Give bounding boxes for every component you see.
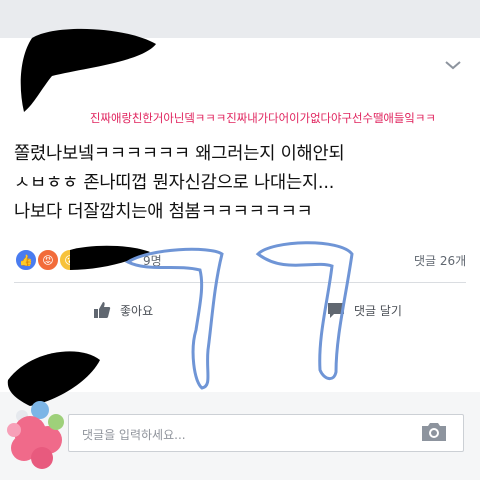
post-body-line: ㅅㅂㅎㅎ 존나띠껍 뭔자신감으로 나대는지...: [14, 173, 335, 193]
wow-reaction-icon: 😮: [58, 248, 82, 272]
post-card: 진짜애랑친한거아닌뎈ㅋㅋㅋ진짜내가다어이가없다야구선수땔애들잌ㅋㅋ 쫄렸나보넼ㅋ…: [0, 0, 480, 480]
reaction-icons[interactable]: 👍 😡 😮: [14, 248, 82, 272]
commenter-avatar-redaction: [7, 351, 100, 469]
post-body: 쫄렸나보넼ㅋㅋㅋㅋㅋㅋ 왜그러는지 이해안되 ㅅㅂㅎㅎ 존나띠껍 뭔자신감으로 …: [14, 140, 474, 227]
author-redaction: [20, 28, 157, 112]
comment-button[interactable]: 댓글 달기: [326, 296, 402, 324]
like-button[interactable]: 좋아요: [92, 296, 153, 324]
divider: [14, 282, 466, 283]
comment-placeholder: 댓글을 입력하세요...: [82, 428, 186, 442]
comment-label: 댓글 달기: [354, 303, 402, 318]
chevron-down-icon[interactable]: [440, 56, 466, 74]
like-reaction-icon: 👍: [14, 248, 38, 272]
post-body-line: 나보다 더잘깝치는애 첨봄ㅋㅋㅋㅋㅋㅋㅋ: [14, 202, 313, 222]
comment-count[interactable]: 댓글 26개: [414, 252, 466, 269]
thumbs-up-icon: [94, 302, 111, 318]
comment-bubble-icon: [328, 303, 344, 318]
camera-icon[interactable]: [420, 421, 448, 443]
post-body-line: 쫄렸나보넼ㅋㅋㅋㅋㅋㅋ 왜그러는지 이해안되: [14, 144, 345, 164]
reaction-count[interactable]: 9명: [143, 252, 162, 269]
angry-reaction-icon: 😡: [36, 248, 60, 272]
mention-line[interactable]: 진짜애랑친한거아닌뎈ㅋㅋㅋ진짜내가다어이가없다야구선수땔애들잌ㅋㅋ: [90, 110, 436, 126]
like-label: 좋아요: [120, 303, 154, 318]
